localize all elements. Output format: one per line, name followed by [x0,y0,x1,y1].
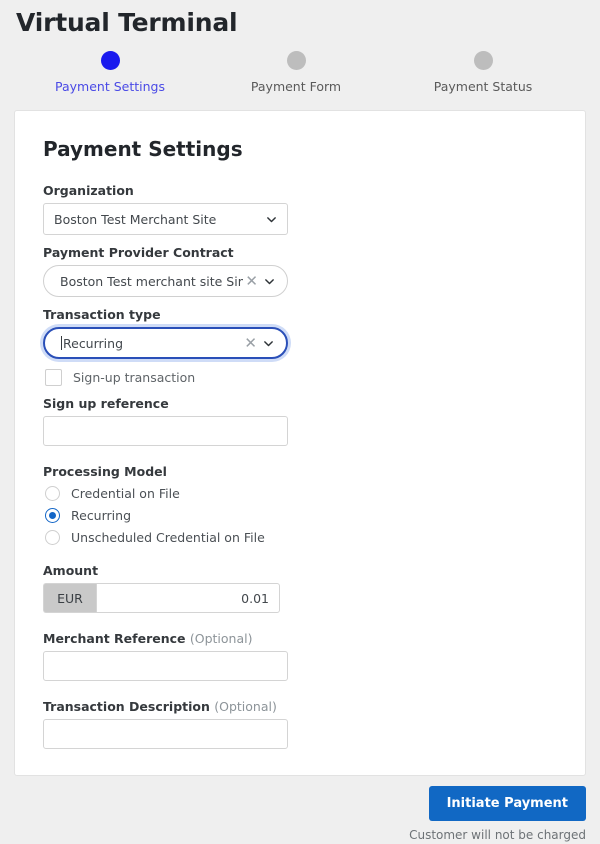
payment-settings-card: Payment Settings Organization Boston Tes… [14,110,586,776]
label-merchant-reference-optional: (Optional) [189,631,253,646]
radio-credential-on-file[interactable] [45,486,60,501]
radio-recurring[interactable] [45,508,60,523]
close-x-icon[interactable]: ✕ [244,335,257,351]
radio-row-unscheduled-credential-on-file[interactable]: Unscheduled Credential on File [45,530,557,545]
field-signup-reference: Sign up reference [43,396,557,446]
label-provider-contract: Payment Provider Contract [43,245,234,260]
stepper-step-payment-settings[interactable]: Payment Settings [30,51,190,94]
transaction-description-input[interactable] [43,719,288,749]
radio-label-credential-on-file: Credential on File [71,486,180,501]
chevron-down-icon [265,278,274,284]
signup-transaction-label: Sign-up transaction [73,370,196,385]
radio-label-unscheduled-credential-on-file: Unscheduled Credential on File [71,530,265,545]
step-label-payment-settings: Payment Settings [55,79,165,94]
merchant-reference-input[interactable] [43,651,288,681]
signup-reference-input[interactable] [43,416,288,446]
amount-currency-prefix: EUR [43,583,96,613]
field-merchant-reference: Merchant Reference (Optional) [43,631,557,681]
step-dot-payment-form [286,51,306,70]
close-x-icon[interactable]: ✕ [245,273,258,289]
radio-label-recurring: Recurring [71,508,131,523]
step-label-payment-status: Payment Status [433,79,533,94]
field-transaction-type: Transaction type Recurring ✕ [43,307,557,359]
label-transaction-type: Transaction type [43,307,161,322]
footer-actions: Initiate Payment Customer will not be ch… [409,786,586,842]
field-processing-model: Processing Model Credential on File Recu… [43,464,557,545]
label-merchant-reference: Merchant Reference (Optional) [43,631,557,646]
initiate-payment-button[interactable]: Initiate Payment [428,786,586,821]
provider-contract-select[interactable]: Boston Test merchant site Sim ... ✕ [43,265,288,297]
label-organization: Organization [43,183,134,198]
chevron-down-icon [264,340,273,346]
transaction-type-value: Recurring [63,335,123,351]
field-transaction-description: Transaction Description (Optional) [43,699,557,749]
radio-row-recurring[interactable]: Recurring [45,508,557,523]
signup-transaction-checkbox-row[interactable]: Sign-up transaction [45,369,557,386]
text-cursor [61,336,62,350]
label-amount: Amount [43,563,99,578]
step-dot-payment-settings [100,51,120,70]
chevron-down-icon [267,216,276,222]
stepper-step-payment-form[interactable]: Payment Form [216,51,376,94]
radio-unscheduled-credential-on-file[interactable] [45,530,60,545]
organization-value: Boston Test Merchant Site [54,211,217,227]
radio-row-credential-on-file[interactable]: Credential on File [45,486,557,501]
card-title: Payment Settings [43,137,243,161]
label-transaction-description-optional: (Optional) [214,699,277,714]
transaction-type-select[interactable]: Recurring ✕ [43,327,288,359]
field-provider-contract: Payment Provider Contract Boston Test me… [43,245,557,297]
amount-input[interactable]: 0.01 [96,583,280,613]
label-merchant-reference-text: Merchant Reference [43,631,186,646]
footer-note: Customer will not be charged [409,828,586,842]
amount-field: EUR 0.01 [43,583,280,613]
label-signup-reference: Sign up reference [43,396,169,411]
field-organization: Organization Boston Test Merchant Site [43,183,557,235]
step-dot-payment-status [473,51,493,70]
step-label-payment-form: Payment Form [250,79,342,94]
label-processing-model: Processing Model [43,464,167,479]
provider-contract-value: Boston Test merchant site Sim ... [60,273,243,289]
stepper-step-payment-status[interactable]: Payment Status [403,51,563,94]
label-transaction-description-text: Transaction Description [43,699,210,714]
progress-stepper: Payment Settings Payment Form Payment St… [0,51,600,120]
processing-model-radio-group: Credential on File Recurring Unscheduled… [43,486,557,545]
organization-select[interactable]: Boston Test Merchant Site [43,203,288,235]
field-amount: Amount EUR 0.01 [43,563,557,613]
signup-transaction-checkbox[interactable] [45,369,62,386]
page-title: Virtual Terminal [16,8,238,37]
label-transaction-description: Transaction Description (Optional) [43,699,557,714]
